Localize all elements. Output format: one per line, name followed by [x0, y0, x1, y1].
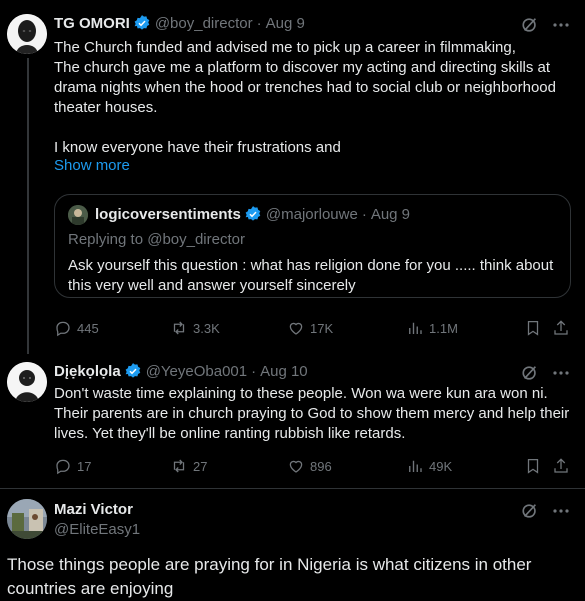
tweet-header: Mazi Victor @EliteEasy1 — [54, 500, 140, 540]
share-button[interactable] — [552, 319, 575, 337]
bookmark-button[interactable] — [524, 457, 547, 475]
reply-button[interactable]: 17 — [54, 457, 91, 475]
tweet-text: The Church funded and advised me to pick… — [54, 39, 556, 156]
separator-dot: · — [251, 362, 257, 380]
repost-button[interactable]: 27 — [170, 457, 207, 475]
avatar[interactable] — [7, 14, 47, 54]
display-name[interactable]: TG OMORI — [54, 15, 130, 32]
grok-icon[interactable] — [521, 364, 539, 382]
handle[interactable]: @boy_director — [155, 15, 253, 32]
quote-display-name[interactable]: logicoversentiments — [95, 206, 241, 223]
show-more-link[interactable]: Show more — [54, 157, 130, 174]
handle[interactable]: @YeyeOba001 — [146, 363, 247, 380]
repost-button[interactable]: 3.3K — [170, 319, 220, 337]
quote-avatar[interactable] — [68, 205, 88, 225]
timestamp[interactable]: Aug 10 — [260, 363, 308, 380]
like-count: 896 — [310, 458, 332, 474]
views-count: 1.1M — [429, 320, 458, 336]
heart-icon — [289, 322, 303, 335]
timestamp[interactable]: Aug 9 — [266, 15, 305, 32]
more-options-icon[interactable] — [551, 501, 571, 521]
tweet-header: Dįẹkọlọla @YeyeOba001 · Aug 10 — [54, 362, 308, 380]
avatar[interactable] — [7, 499, 47, 539]
tweet-actions: 17 27 896 49K — [54, 457, 571, 477]
tweet-1[interactable]: TG OMORI @boy_director · Aug 9 The Churc… — [0, 0, 585, 354]
reply-icon — [56, 459, 70, 475]
quote-text: Ask yourself this question : what has re… — [68, 257, 554, 294]
more-options-icon[interactable] — [551, 15, 571, 35]
share-icon — [554, 320, 568, 335]
quote-handle[interactable]: @majorlouwe — [266, 206, 358, 223]
display-name[interactable]: Mazi Victor — [54, 500, 140, 520]
quote-header: logicoversentiments @majorlouwe · Aug 9 — [95, 205, 410, 223]
quoted-tweet[interactable]: logicoversentiments @majorlouwe · Aug 9 … — [54, 194, 571, 298]
separator-dot: · — [361, 205, 367, 223]
repost-icon — [173, 459, 185, 473]
verified-badge-icon — [244, 205, 262, 223]
avatar[interactable] — [7, 362, 47, 402]
like-count: 17K — [310, 320, 334, 336]
tweet-2[interactable]: Dįẹkọlọla @YeyeOba001 · Aug 10 Don't was… — [0, 350, 585, 490]
quote-timestamp[interactable]: Aug 9 — [371, 206, 410, 223]
bookmark-icon — [527, 320, 539, 336]
tweet-text: Those things people are praying for in N… — [7, 555, 532, 598]
bookmark-icon — [527, 458, 539, 474]
reply-icon — [56, 321, 70, 337]
analytics-icon — [409, 460, 422, 472]
heart-icon — [289, 460, 303, 473]
tweet-3[interactable]: Mazi Victor @EliteEasy1 Those things peo… — [0, 489, 585, 598]
share-button[interactable] — [552, 457, 575, 475]
verified-badge-icon — [124, 362, 142, 380]
repost-count: 3.3K — [193, 320, 220, 336]
separator-dot: · — [256, 14, 262, 32]
reply-count: 17 — [77, 458, 92, 474]
views-count: 49K — [429, 458, 453, 474]
bookmark-button[interactable] — [524, 319, 547, 337]
tweet-header: TG OMORI @boy_director · Aug 9 — [54, 14, 305, 32]
grok-icon[interactable] — [521, 16, 539, 34]
more-options-icon[interactable] — [551, 363, 571, 383]
reply-count: 445 — [77, 320, 99, 336]
analytics-icon — [409, 322, 422, 334]
display-name[interactable]: Dįẹkọlọla — [54, 363, 121, 380]
replying-to: Replying to @boy_director — [68, 231, 245, 248]
handle[interactable]: @EliteEasy1 — [54, 520, 140, 540]
views-button[interactable]: 49K — [406, 457, 452, 475]
like-button[interactable]: 17K — [287, 319, 333, 337]
share-icon — [554, 458, 568, 473]
repost-icon — [173, 321, 185, 335]
verified-badge-icon — [133, 14, 151, 32]
reply-button[interactable]: 445 — [54, 319, 99, 337]
grok-icon[interactable] — [521, 502, 539, 520]
tweet-actions: 445 3.3K 17K 1.1M — [54, 319, 571, 339]
like-button[interactable]: 896 — [287, 457, 332, 475]
thread-line — [27, 58, 29, 354]
views-button[interactable]: 1.1M — [406, 319, 458, 337]
repost-count: 27 — [193, 458, 208, 474]
tweet-text: Don't waste time explaining to these peo… — [54, 385, 570, 442]
